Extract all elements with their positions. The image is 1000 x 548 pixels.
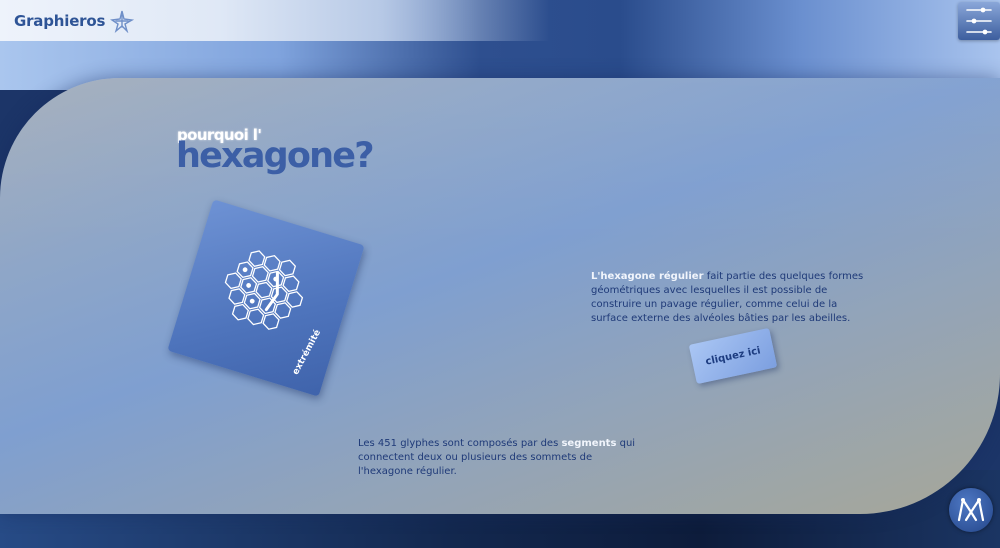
graphieros-emblem-icon	[957, 498, 985, 522]
sliders-icon	[966, 7, 992, 35]
star-sparkle-icon	[110, 10, 135, 33]
menu-button[interactable]	[958, 2, 1000, 40]
glyph-text-highlight: segments	[561, 438, 617, 449]
glyph-description: Les 451 glyphes sont composés par des se…	[358, 437, 648, 479]
hexagon-description: L'hexagone régulier fait partie des quel…	[591, 270, 866, 326]
page-title: hexagone?	[176, 136, 375, 176]
corner-logo[interactable]	[949, 488, 993, 532]
glyph-text-before: Les 451 glyphes sont composés par des	[358, 438, 562, 449]
header-bar	[0, 0, 1000, 41]
logo[interactable]: Graphieros	[14, 9, 135, 33]
logo-text: Graphieros	[14, 12, 106, 30]
description-highlight: L'hexagone régulier	[591, 271, 704, 282]
